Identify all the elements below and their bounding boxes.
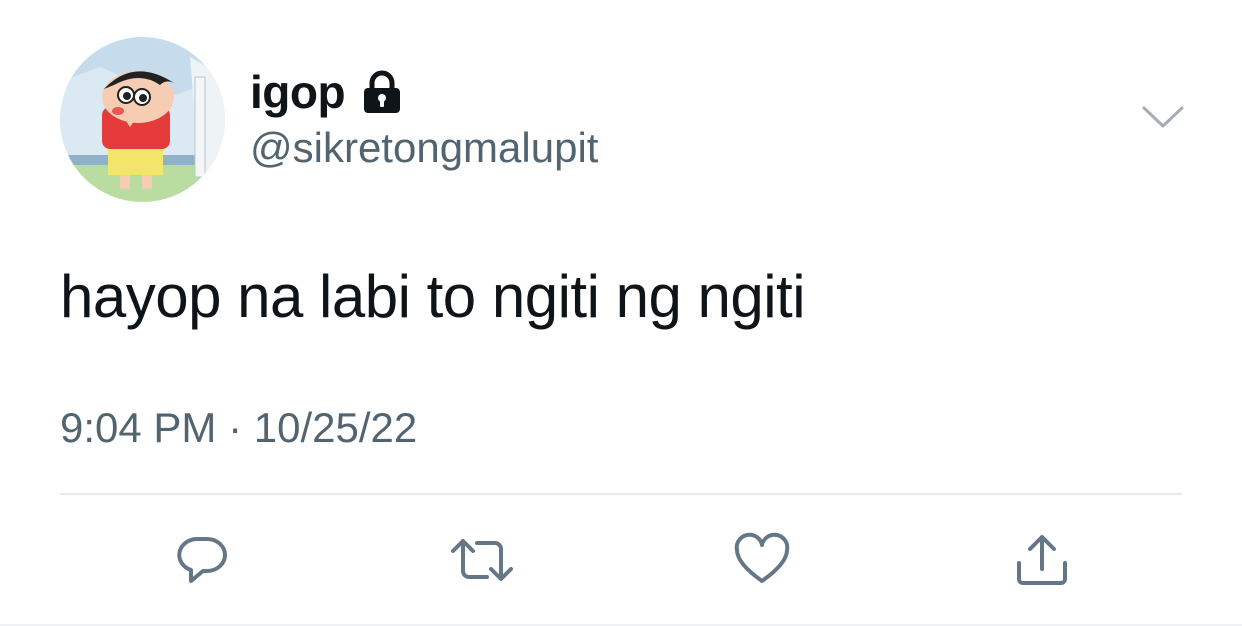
reply-button[interactable]	[172, 530, 232, 590]
tweet-text: hayop na labi to ngiti ng ngiti	[60, 263, 806, 330]
reply-icon	[173, 531, 231, 589]
share-icon	[1013, 531, 1071, 589]
retweet-icon	[449, 531, 515, 589]
tweet-card: igop @sikretongmalupit hayop na labi to …	[0, 0, 1242, 626]
divider	[60, 493, 1182, 495]
heart-icon	[733, 531, 791, 589]
tweet-timestamp[interactable]: 9:04 PM · 10/25/22	[60, 404, 417, 452]
name-row: igop	[250, 64, 405, 120]
chevron-down-icon[interactable]	[1140, 100, 1186, 136]
user-handle[interactable]: @sikretongmalupit	[250, 124, 598, 172]
display-name[interactable]: igop	[250, 65, 346, 119]
share-button[interactable]	[1012, 530, 1072, 590]
lock-icon	[359, 69, 405, 115]
avatar[interactable]	[60, 37, 225, 202]
avatar-image	[60, 37, 225, 202]
like-button[interactable]	[732, 530, 792, 590]
retweet-button[interactable]	[449, 530, 515, 590]
